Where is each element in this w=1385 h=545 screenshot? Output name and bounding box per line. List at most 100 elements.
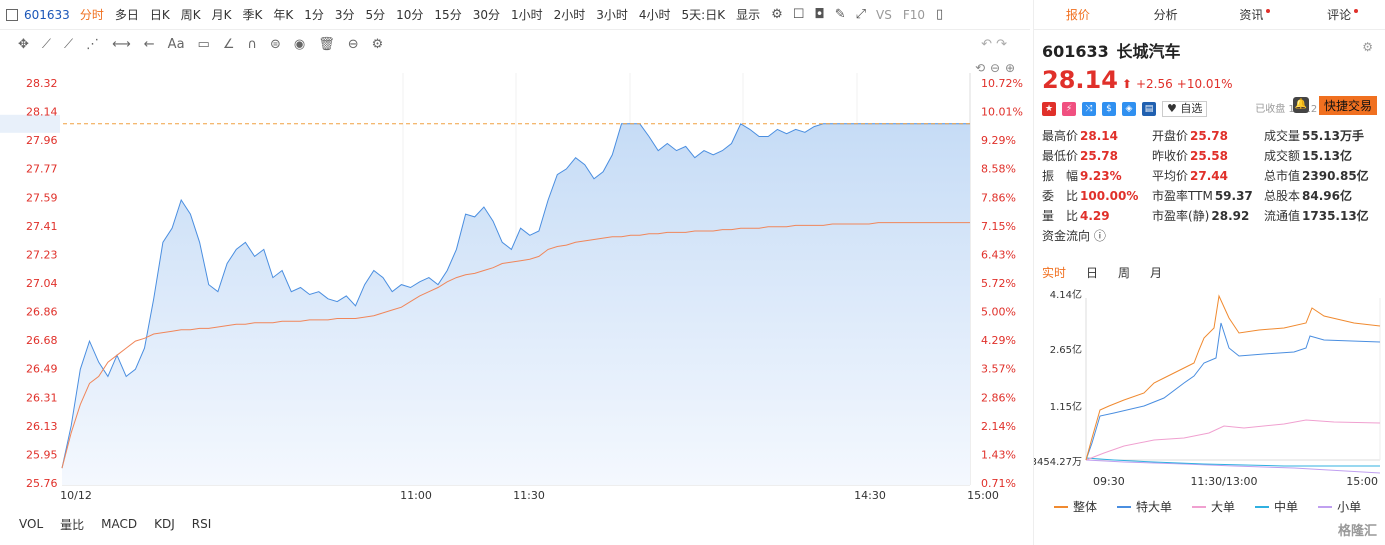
- y-tick-label: 26.86: [26, 306, 58, 319]
- draw-tool-icon[interactable]: Aa: [168, 37, 185, 52]
- stat-value: 25.58: [1190, 149, 1228, 163]
- flow-tab[interactable]: 实时: [1042, 264, 1066, 281]
- indicator-tab[interactable]: MACD: [101, 517, 137, 531]
- draw-tool-icon[interactable]: ∠: [223, 37, 235, 52]
- flow-line-0: [1085, 294, 1381, 461]
- legend-label: 中单: [1274, 500, 1299, 514]
- draw-tool-icon[interactable]: ⟋: [64, 37, 73, 52]
- timeframe-16[interactable]: 4小时: [639, 6, 671, 23]
- stat-value: 84.96亿: [1302, 189, 1352, 203]
- dollar-icon[interactable]: $: [1102, 102, 1116, 116]
- bell-icon[interactable]: 🔔: [1293, 97, 1309, 113]
- stat-value: 59.37: [1214, 189, 1253, 203]
- info-icon[interactable]: ⓘ: [1094, 229, 1106, 243]
- timeframe-11[interactable]: 15分: [434, 6, 461, 23]
- flow-tab[interactable]: 日: [1086, 264, 1098, 281]
- undo-redo-icon[interactable]: ↶ ↷: [981, 37, 1007, 52]
- zoom-icon[interactable]: ⊕: [1005, 61, 1015, 75]
- zoom-icon[interactable]: ⊖: [990, 61, 1000, 75]
- watchlist-button[interactable]: ♥ 自选: [1162, 101, 1208, 117]
- tag-icon[interactable]: ◈: [1122, 102, 1136, 116]
- price-change-pct: +10.01%: [1176, 77, 1233, 91]
- stat-cell: 最低价 25.78: [1042, 147, 1152, 164]
- timeframe-10[interactable]: 10分: [396, 6, 423, 23]
- pct-tick-label: 3.57%: [981, 363, 1016, 376]
- draw-tool-icon[interactable]: ⟷: [112, 37, 131, 52]
- draw-tool-icon[interactable]: ←: [144, 37, 155, 52]
- gear-icon[interactable]: ⚙: [1362, 40, 1373, 54]
- indicator-tab[interactable]: VOL: [19, 517, 43, 531]
- timeframe-15[interactable]: 3小时: [596, 6, 628, 23]
- legend-swatch: [1192, 505, 1207, 508]
- timeframe-0[interactable]: 分时: [80, 6, 104, 23]
- draw-tool-icon[interactable]: ◉: [294, 37, 305, 52]
- tab-label: 报价: [1065, 8, 1090, 22]
- draw-tool-icon[interactable]: ✥: [18, 37, 29, 52]
- pct-tick-label: 10.72%: [981, 77, 1023, 90]
- draw-tool-icon[interactable]: ▭: [198, 37, 210, 52]
- legend-item: 特大单: [1117, 498, 1172, 515]
- checkbox[interactable]: [6, 8, 18, 21]
- f10-button[interactable]: F10: [903, 8, 925, 22]
- right-tabs: 报价 分析 资讯 评论: [1034, 0, 1385, 30]
- flow-tab[interactable]: 周: [1118, 264, 1130, 281]
- fund-flow-chart: 4.14亿 2.65亿 1.15亿 -3454.27万 09:30 11:30/13:00…: [1034, 288, 1381, 488]
- timeframe-1[interactable]: 多日: [115, 6, 139, 23]
- show-menu[interactable]: 显示: [736, 6, 760, 23]
- stat-label: 振 幅: [1042, 169, 1079, 183]
- timeframe-13[interactable]: 1小时: [511, 6, 543, 23]
- timeframe-9[interactable]: 5分: [366, 6, 386, 23]
- draw-tool-icon[interactable]: 🗑: [318, 37, 335, 52]
- zoom-icon[interactable]: ⟲: [975, 61, 985, 75]
- notification-dot: [1266, 9, 1271, 13]
- timeframe-14[interactable]: 2小时: [554, 6, 586, 23]
- draw-tool-icon[interactable]: ⊜: [270, 37, 281, 52]
- stock-code-title: 601633: [1042, 42, 1109, 61]
- shuffle-icon[interactable]: ⤨: [1082, 102, 1096, 116]
- timeframe-2[interactable]: 日K: [150, 6, 170, 23]
- timeframe-12[interactable]: 30分: [473, 6, 500, 23]
- timeframe-8[interactable]: 3分: [335, 6, 355, 23]
- draw-tool-icon[interactable]: ⚙: [372, 37, 384, 52]
- intraday-chart[interactable]: 28.32 28.14 27.96 27.77 27.59 27.41 27.23 27.04…: [0, 58, 1030, 508]
- tab-0[interactable]: 报价: [1034, 6, 1122, 23]
- draw-tool-icon[interactable]: ⊖: [348, 37, 359, 52]
- y-tick-label: 26.68: [26, 334, 58, 347]
- indicator-tab[interactable]: KDJ: [154, 517, 175, 531]
- draw-tool-icon[interactable]: ⋰: [86, 37, 99, 52]
- tab-2[interactable]: 资讯: [1210, 6, 1298, 23]
- tab-label: 分析: [1153, 8, 1178, 22]
- indicator-tab[interactable]: 量比: [60, 516, 84, 533]
- stat-value: 15.13亿: [1302, 149, 1352, 163]
- expand-icon[interactable]: ⤢: [856, 7, 866, 22]
- gear-icon[interactable]: ⚙: [771, 7, 783, 22]
- draw-tool-icon[interactable]: ⟋: [42, 37, 51, 52]
- stat-label: 委 比: [1042, 189, 1079, 203]
- square-icon[interactable]: ☐: [793, 7, 805, 22]
- stat-value: 9.23%: [1080, 169, 1122, 183]
- legend-item: 小单: [1318, 498, 1361, 515]
- camera-icon[interactable]: ◘: [814, 7, 824, 22]
- flow-tab[interactable]: 月: [1150, 264, 1162, 281]
- pen-icon[interactable]: ✎: [835, 7, 846, 22]
- y-tick-label: 28.32: [26, 77, 58, 90]
- bolt-icon[interactable]: ⚡: [1062, 102, 1076, 116]
- timeframe-7[interactable]: 1分: [304, 6, 324, 23]
- indicator-tab[interactable]: RSI: [192, 517, 212, 531]
- timeframe-6[interactable]: 年K: [273, 6, 293, 23]
- tab-1[interactable]: 分析: [1122, 6, 1210, 23]
- quick-trade-button[interactable]: 快捷交易: [1318, 96, 1377, 115]
- vs-button[interactable]: VS: [876, 8, 892, 22]
- y-tick-label: 25.76: [26, 477, 58, 490]
- timeframe-4[interactable]: 月K: [212, 6, 232, 23]
- pct-tick-label: 2.14%: [981, 420, 1016, 433]
- timeframe-3[interactable]: 周K: [181, 6, 201, 23]
- panel-icon[interactable]: ▯: [936, 7, 943, 22]
- book-icon[interactable]: ▤: [1142, 102, 1156, 116]
- multi-day-select[interactable]: 5天:日K: [682, 6, 726, 23]
- timeframe-5[interactable]: 季K: [242, 6, 262, 23]
- tab-3[interactable]: 评论: [1297, 6, 1385, 23]
- fund-flow-label: 资金流向: [1042, 229, 1091, 243]
- pct-tick-label: 4.29%: [981, 334, 1016, 347]
- draw-tool-icon[interactable]: ∩: [247, 37, 257, 52]
